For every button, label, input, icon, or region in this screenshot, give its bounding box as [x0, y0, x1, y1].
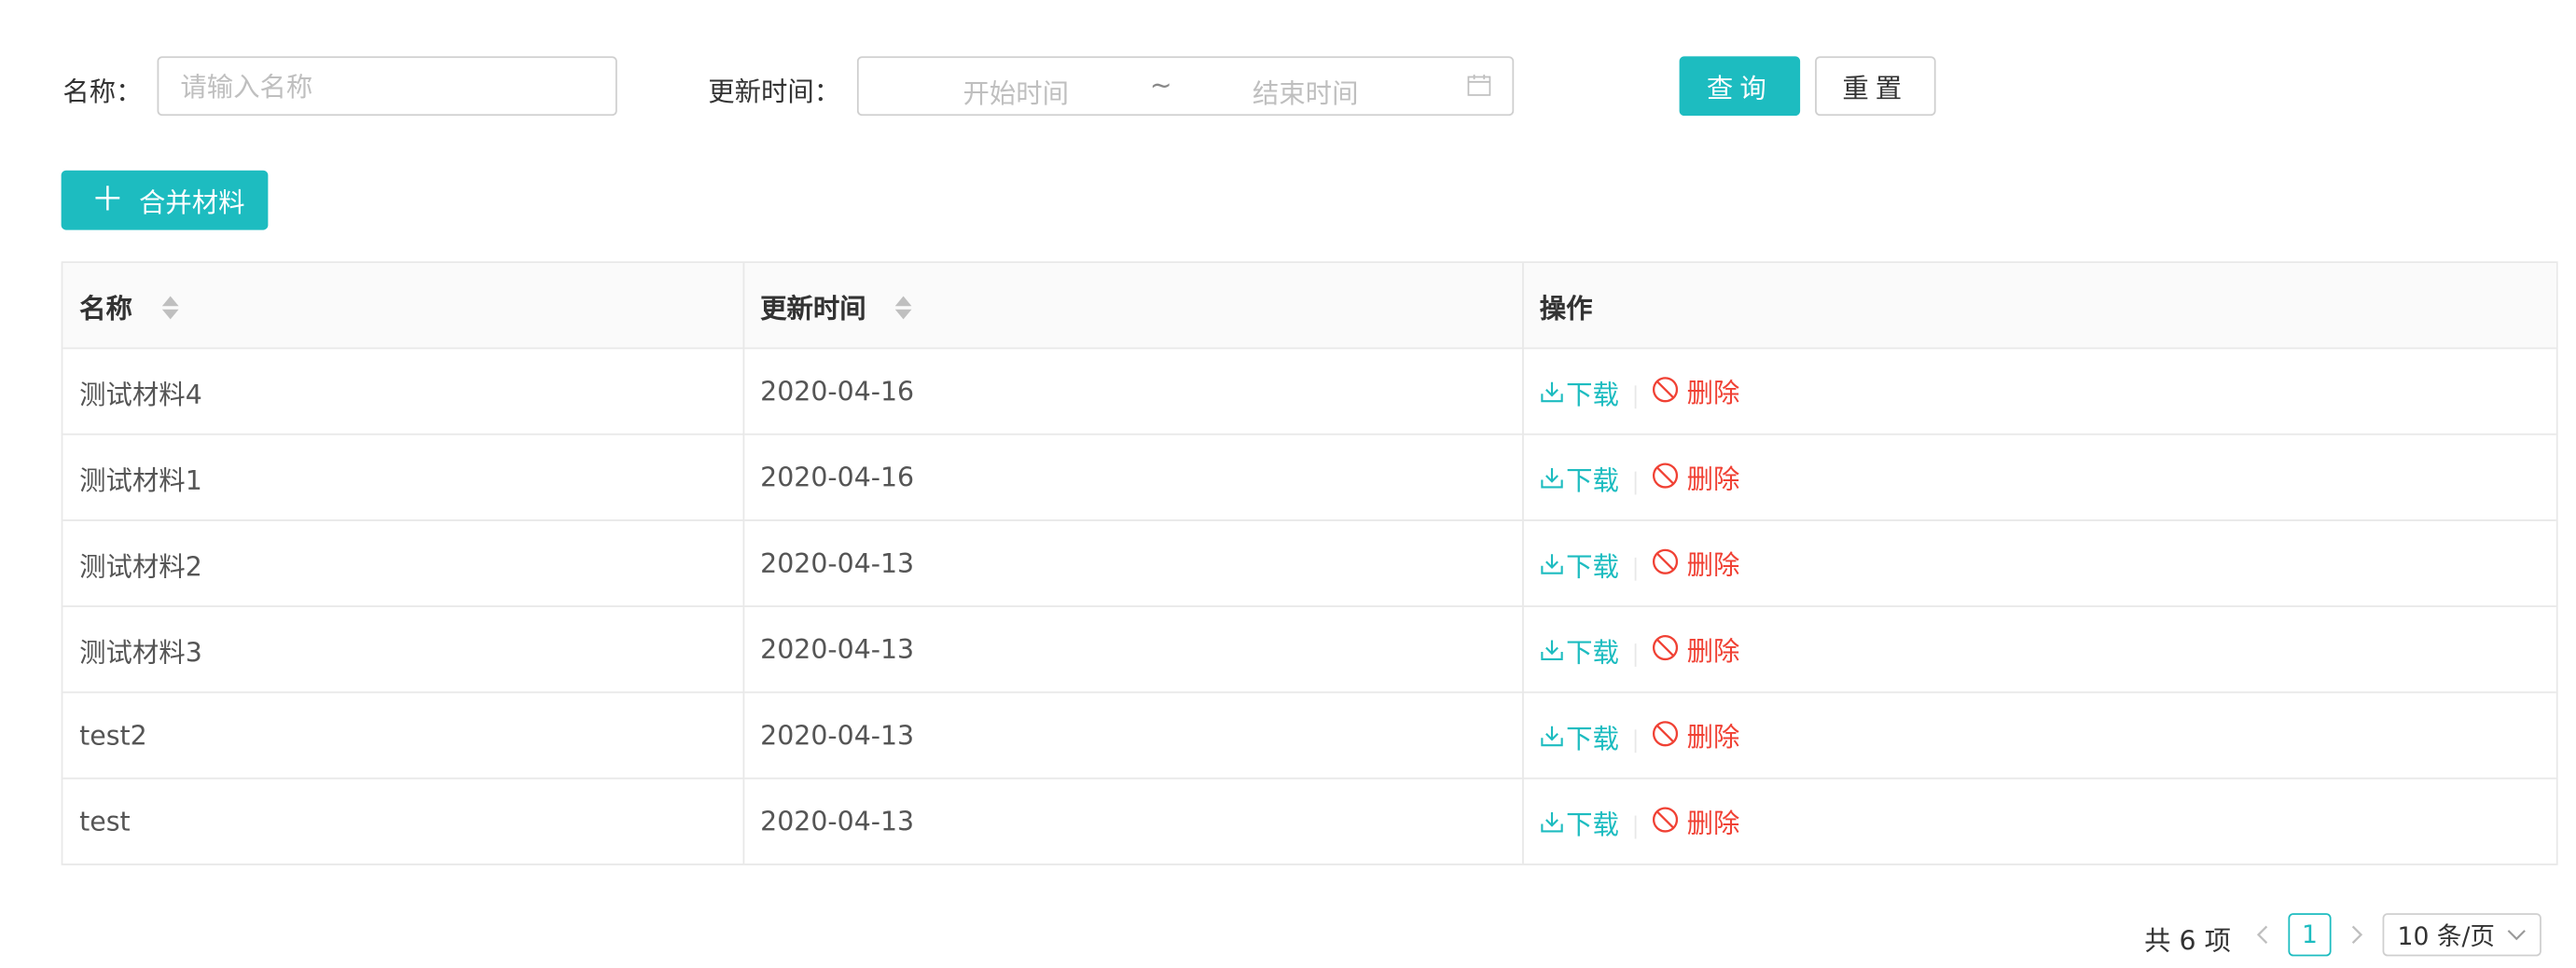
table-body: 测试材料4 2020-04-16 下载 删除 测试材料1 2020-04-16 下载 删除 测试… — [62, 348, 2556, 864]
download-link[interactable]: 下载 — [1540, 459, 1619, 499]
delete-link[interactable]: 删除 — [1651, 629, 1739, 669]
download-link[interactable]: 下载 — [1540, 630, 1619, 671]
range-end-placeholder[interactable]: 结束时间 — [1253, 71, 1359, 111]
cell-actions: 下载 删除 — [1522, 348, 2556, 436]
delete-link[interactable]: 删除 — [1651, 370, 1739, 410]
page-size-value: 10 条/页 — [2397, 920, 2496, 951]
download-icon — [1540, 726, 1562, 747]
download-link[interactable]: 下载 — [1540, 373, 1619, 413]
search-form: 名称： 更新时间： 开始时间 ~ 结束时间 查询 重置 — [62, 56, 2576, 117]
cell-update-time: 2020-04-16 — [742, 348, 1523, 436]
action-divider — [1633, 557, 1636, 581]
delete-icon — [1652, 721, 1678, 747]
column-header-update-time[interactable]: 更新时间 — [742, 263, 1523, 350]
cell-update-time: 2020-04-13 — [742, 692, 1523, 780]
action-divider — [1633, 815, 1636, 838]
download-link[interactable]: 下载 — [1540, 803, 1619, 843]
name-input-wrapper — [157, 56, 617, 117]
calendar-icon — [1467, 74, 1491, 96]
cell-update-time: 2020-04-16 — [742, 434, 1523, 521]
table-row: test 2020-04-13 下载 删除 — [62, 778, 2556, 864]
delete-link[interactable]: 删除 — [1651, 800, 1739, 840]
name-search-input[interactable] — [159, 58, 616, 115]
download-icon — [1540, 640, 1562, 661]
delete-icon — [1652, 807, 1678, 834]
query-button[interactable]: 查询 — [1679, 56, 1801, 117]
download-icon — [1540, 468, 1562, 489]
update-time-label: 更新时间： — [708, 76, 841, 108]
action-divider — [1633, 728, 1636, 753]
delete-icon — [1652, 549, 1678, 575]
cell-update-time: 2020-04-13 — [742, 778, 1523, 864]
cell-actions: 下载 删除 — [1522, 519, 2556, 608]
table-header-row: 名称 更新时间 操作 — [62, 263, 2556, 350]
sort-icon[interactable] — [161, 295, 178, 321]
cell-update-time: 2020-04-13 — [742, 519, 1523, 608]
action-divider — [1633, 471, 1636, 494]
cell-actions: 下载 删除 — [1522, 779, 2556, 864]
chevron-right-icon[interactable] — [2343, 920, 2369, 949]
name-label: 名称： — [62, 76, 143, 108]
cell-name: 测试材料1 — [62, 434, 744, 521]
pagination: 共 6 项 1 10 条/页 — [2144, 913, 2558, 957]
materials-table: 名称 更新时间 操作 测试材料4 2020-04-16 下载 删除 测试材料1 2020-… — [61, 261, 2558, 865]
merge-materials-button[interactable]: ＋ 合并材料 — [61, 170, 269, 230]
merge-materials-label: 合并材料 — [139, 187, 245, 219]
reset-button[interactable]: 重置 — [1815, 56, 1936, 117]
cell-name: 测试材料3 — [62, 606, 744, 694]
table-row: 测试材料3 2020-04-13 下载 删除 — [62, 606, 2556, 694]
date-range-picker[interactable]: 开始时间 ~ 结束时间 — [856, 56, 1515, 117]
pagination-current-page[interactable]: 1 — [2288, 913, 2332, 957]
action-divider — [1633, 384, 1636, 408]
sort-icon[interactable] — [894, 295, 912, 321]
page-size-select[interactable]: 10 条/页 — [2382, 913, 2541, 957]
table-row: 测试材料2 2020-04-13 下载 删除 — [62, 519, 2556, 608]
delete-link[interactable]: 删除 — [1651, 456, 1739, 496]
download-icon — [1540, 554, 1562, 575]
download-link[interactable]: 下载 — [1540, 545, 1619, 585]
chevron-down-icon — [2507, 930, 2526, 941]
column-header-name[interactable]: 名称 — [62, 263, 744, 350]
download-icon — [1540, 382, 1562, 403]
download-icon — [1540, 812, 1562, 833]
page: 名称： 更新时间： 开始时间 ~ 结束时间 查询 重置 ＋ 合并材料 — [0, 0, 2576, 968]
pagination-total: 共 6 项 — [2144, 924, 2231, 957]
download-link[interactable]: 下载 — [1540, 717, 1619, 757]
cell-name: test — [62, 778, 744, 864]
delete-link[interactable]: 删除 — [1651, 714, 1739, 754]
cell-actions: 下载 删除 — [1522, 692, 2556, 780]
delete-link[interactable]: 删除 — [1651, 542, 1739, 582]
cell-actions: 下载 删除 — [1522, 434, 2556, 521]
cell-update-time: 2020-04-13 — [742, 606, 1523, 694]
delete-icon — [1652, 635, 1678, 661]
column-header-actions: 操作 — [1522, 263, 2556, 350]
cell-actions: 下载 删除 — [1522, 606, 2556, 694]
cell-name: test2 — [62, 692, 744, 780]
delete-icon — [1652, 377, 1678, 403]
plus-icon: ＋ — [90, 177, 125, 218]
action-divider — [1633, 643, 1636, 667]
range-start-placeholder[interactable]: 开始时间 — [963, 71, 1069, 111]
cell-name: 测试材料2 — [62, 519, 744, 608]
delete-icon — [1652, 463, 1678, 490]
range-separator: ~ — [1149, 69, 1172, 102]
table-row: 测试材料1 2020-04-16 下载 删除 — [62, 434, 2556, 521]
table-row: 测试材料4 2020-04-16 下载 删除 — [62, 348, 2556, 436]
cell-name: 测试材料4 — [62, 348, 744, 436]
chevron-left-icon[interactable] — [2251, 920, 2277, 949]
table-row: test2 2020-04-13 下载 删除 — [62, 692, 2556, 780]
